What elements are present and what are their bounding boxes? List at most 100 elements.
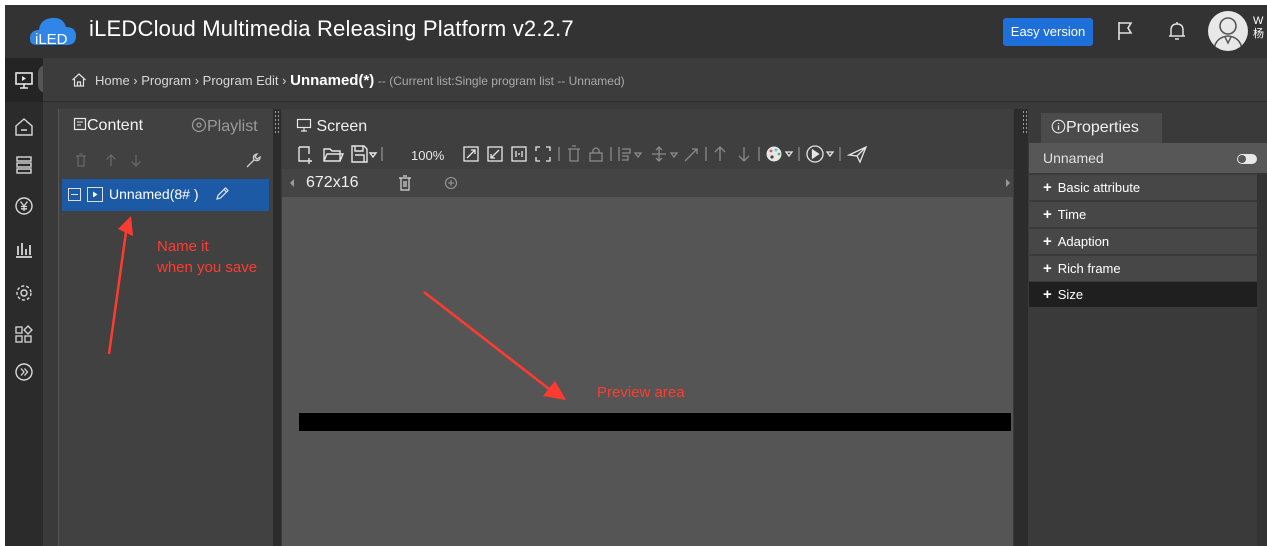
property-rich-frame[interactable]: + Rich frame — [1029, 256, 1257, 282]
up-icon — [714, 146, 726, 161]
property-adaption[interactable]: + Adaption — [1029, 229, 1257, 255]
actual-size-icon — [511, 146, 527, 162]
add-screen-icon[interactable] — [444, 176, 458, 190]
property-time[interactable]: + Time — [1029, 202, 1257, 228]
delete-icon — [76, 153, 86, 167]
properties-program-name: Unnamed — [1029, 143, 1267, 173]
screen-icon[interactable] — [13, 69, 35, 91]
screen-size-tab[interactable]: 672x16 — [306, 174, 359, 192]
tab-playlist-label: Playlist — [207, 118, 258, 135]
save-icon — [351, 145, 368, 163]
annotation-line: when you save — [157, 259, 258, 276]
breadcrumb-separator: › — [191, 73, 203, 88]
scroll-left-icon[interactable] — [288, 178, 296, 188]
property-basic-attribute[interactable]: + Basic attribute — [1029, 175, 1257, 201]
delete-icon — [568, 145, 580, 162]
expand-icon[interactable] — [13, 361, 35, 383]
user-avatar[interactable] — [1208, 11, 1248, 51]
move-down-icon — [131, 155, 141, 167]
zoom-level[interactable]: 100% — [411, 148, 444, 163]
flag-icon[interactable] — [1113, 19, 1137, 43]
program-name: Unnamed(8# ) — [109, 186, 199, 202]
bell-icon[interactable] — [1165, 19, 1189, 43]
splitter-left[interactable] — [273, 109, 281, 546]
play-dropdown-icon — [825, 151, 835, 158]
save-dropdown-icon — [368, 152, 378, 159]
new-program-icon — [298, 146, 312, 164]
collapse-icon[interactable] — [68, 188, 81, 201]
left-icon-rail — [5, 58, 43, 546]
preview-area-screen[interactable] — [299, 413, 1011, 431]
program-tree-item[interactable]: Unnamed(8# ) — [62, 179, 269, 211]
grip-icon — [1023, 111, 1027, 133]
scroll-right-icon[interactable] — [1004, 178, 1012, 188]
property-size[interactable]: + Size — [1029, 282, 1257, 308]
app-title: iLEDCloud Multimedia Releasing Platform … — [89, 16, 574, 41]
monitor-icon — [296, 118, 312, 132]
breadcrumb-text: Home › Program › Program Edit › Unnamed(… — [95, 72, 625, 89]
breadcrumb: Home › Program › Program Edit › Unnamed(… — [43, 58, 1267, 102]
screen-toolbar — [298, 145, 868, 164]
toggle-switch[interactable] — [1237, 154, 1257, 164]
logo-text: iLED — [35, 31, 68, 48]
tab-playlist[interactable]: Playlist — [191, 117, 258, 136]
lock-icon — [589, 147, 603, 162]
content-icon — [73, 117, 87, 131]
breadcrumb-program-edit[interactable]: Program Edit — [203, 73, 279, 88]
screen-header: Screen 100% — [282, 109, 1013, 169]
properties-scrollbar[interactable] — [1257, 173, 1267, 546]
tab-content[interactable]: Content — [73, 117, 143, 135]
move-icon — [652, 146, 679, 162]
wrench-icon — [246, 153, 261, 168]
fullscreen-icon — [535, 146, 551, 162]
program-name-value: Unnamed — [1043, 150, 1104, 166]
screen-panel: Screen 100% 672x16 — [282, 109, 1013, 546]
breadcrumb-program[interactable]: Program — [141, 73, 191, 88]
fit-icon — [463, 146, 479, 162]
down-icon — [738, 147, 750, 162]
send-icon — [846, 145, 868, 164]
annotation-name-it: Name it when you save — [157, 236, 257, 278]
resize-icon — [684, 148, 698, 162]
breadcrumb-subtext: -- (Current list:Single program list -- … — [377, 74, 625, 88]
avatar-icon — [1213, 17, 1243, 50]
chart-icon[interactable] — [13, 238, 35, 260]
info-icon — [1051, 119, 1066, 134]
tab-content-label: Content — [87, 117, 144, 134]
tab-properties-label: Properties — [1066, 119, 1139, 136]
tab-properties[interactable]: Properties — [1041, 113, 1162, 143]
annotation-preview-area: Preview area — [597, 384, 685, 401]
content-panel: Content Playlist Unnamed(8# ) — [58, 109, 273, 546]
home-icon[interactable] — [71, 72, 87, 88]
splitter-right[interactable] — [1014, 109, 1028, 546]
apps-icon[interactable] — [13, 324, 35, 346]
program-play-icon — [87, 187, 103, 202]
stack-icon[interactable] — [13, 154, 35, 176]
iled-logo: iLED — [29, 17, 76, 48]
palette-icon — [766, 146, 782, 162]
property-label: Size — [1057, 287, 1084, 302]
delete-screen-icon[interactable] — [398, 175, 412, 191]
property-label: Time — [1057, 207, 1087, 222]
gear-icon[interactable] — [13, 282, 35, 304]
content-toolbar-icons — [76, 153, 261, 168]
align-icon — [618, 147, 643, 161]
property-label: Basic attribute — [1057, 180, 1141, 195]
user-name-truncated: W 杨 — [1253, 15, 1264, 40]
plus-icon: + — [1043, 260, 1052, 277]
easy-version-button[interactable]: Easy version — [1003, 18, 1093, 46]
screen-title: Screen — [296, 118, 367, 136]
move-up-icon — [106, 154, 116, 166]
screen-title-label: Screen — [316, 118, 368, 135]
annotation-line: Name it — [157, 238, 209, 255]
home-icon[interactable] — [13, 116, 35, 138]
content-toolbar — [73, 151, 268, 171]
yen-icon[interactable] — [13, 195, 35, 217]
pencil-icon[interactable] — [214, 186, 230, 202]
breadcrumb-home[interactable]: Home — [95, 73, 130, 88]
play-preview-icon — [806, 145, 824, 163]
properties-panel: Properties Unnamed + Basic attribute + Tim… — [1029, 109, 1267, 546]
content-tabs: Content Playlist — [59, 109, 274, 139]
playlist-icon — [191, 117, 207, 133]
palette-dropdown-icon — [784, 151, 794, 158]
